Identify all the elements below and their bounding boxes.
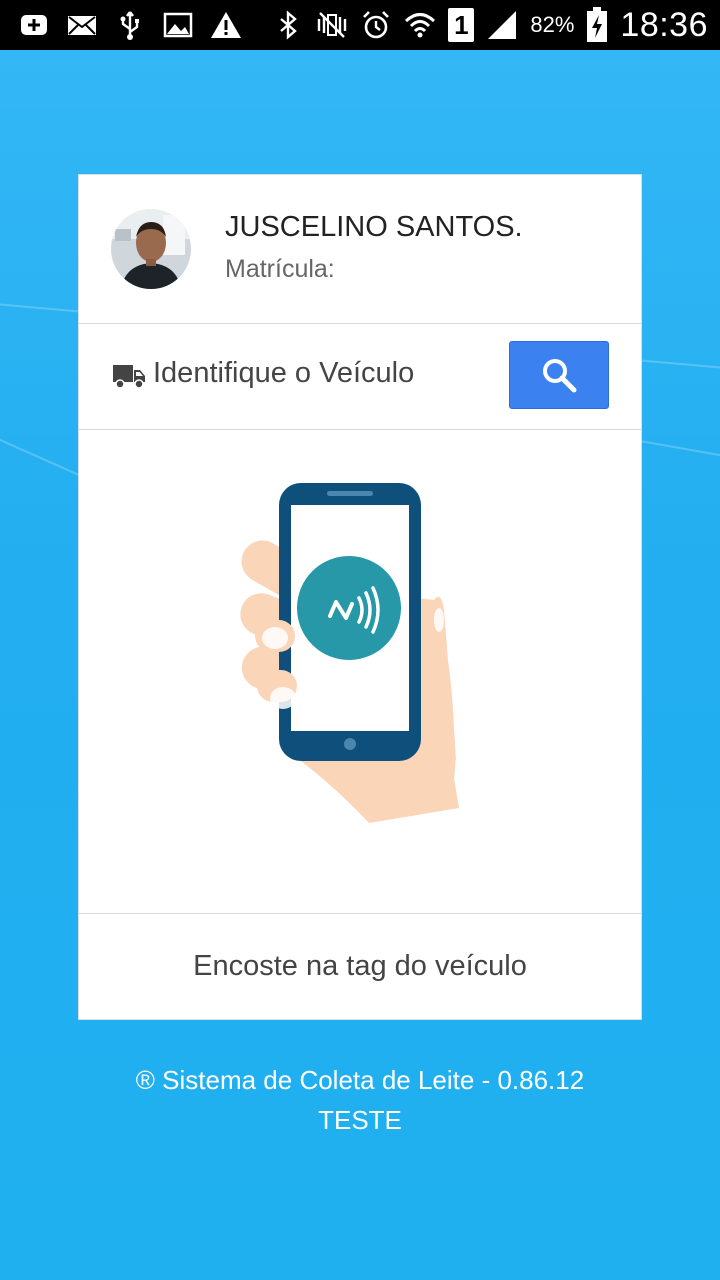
wifi-icon: [405, 13, 436, 38]
background-streak: [639, 440, 720, 463]
sim-slot-label: 1: [454, 9, 469, 40]
registration-label: Matrícula:: [225, 255, 335, 283]
hand-phone-nfc-icon: [240, 483, 459, 823]
nfc-illustration: [79, 430, 641, 914]
environment-label: TESTE: [318, 1105, 402, 1135]
search-icon: [543, 359, 577, 393]
app-version-label: ® Sistema de Coleta de Leite - 0.86.12: [135, 1065, 585, 1095]
vehicle-identify-row: Identifique o Veículo: [79, 323, 641, 430]
status-bar: 1 82% 18:36: [0, 0, 720, 50]
user-profile: JUSCELINO SANTOS. Matrícula:: [79, 175, 641, 324]
battery-charging-icon: [587, 7, 608, 42]
search-vehicle-button[interactable]: [509, 341, 609, 409]
main-card: JUSCELINO SANTOS. Matrícula: Identifique…: [78, 174, 642, 1020]
usb-icon: [120, 11, 139, 40]
battery-percent: 82%: [530, 12, 575, 37]
user-name: JUSCELINO SANTOS.: [225, 211, 523, 243]
alarm-icon: [363, 11, 390, 39]
signal-icon: [488, 11, 517, 39]
warning-icon: [211, 12, 241, 38]
vibrate-icon: [318, 12, 347, 38]
truck-icon: [113, 365, 145, 389]
add-icon: [21, 15, 47, 35]
app-footer: ® Sistema de Coleta de Leite - 0.86.12 T…: [0, 1060, 720, 1140]
identify-vehicle-label: Identifique o Veículo: [153, 357, 415, 389]
sim-icon: 1: [448, 8, 475, 42]
clock: 18:36: [620, 5, 708, 44]
mail-icon: [68, 16, 96, 35]
bluetooth-icon: [280, 10, 298, 40]
image-icon: [163, 12, 193, 38]
avatar: [111, 209, 191, 289]
nfc-hint: Encoste na tag do veículo: [193, 949, 527, 982]
